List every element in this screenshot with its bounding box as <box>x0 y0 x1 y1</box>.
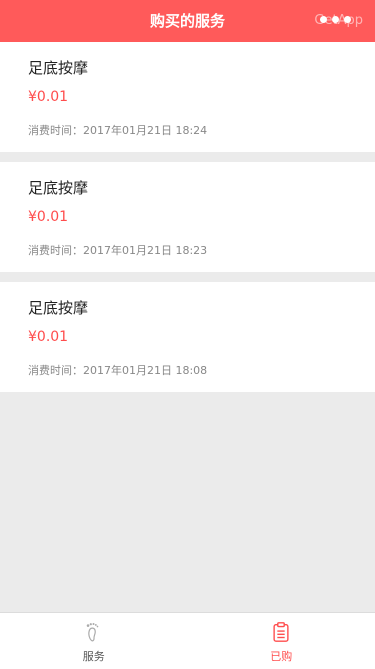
top-bar: 购买的服务 GetApp <box>0 0 375 42</box>
service-name: 足底按摩 <box>28 299 89 317</box>
purchase-time: 消费时间：2017年01月21日 18:08 <box>28 364 208 377</box>
list-item[interactable]: 足底按摩 ¥0.01 消费时间：2017年01月21日 18:08 <box>0 282 375 392</box>
list-item[interactable]: 足底按摩 ¥0.01 消费时间：2017年01月21日 18:24 <box>0 42 375 152</box>
service-price: ¥0.01 <box>28 329 69 345</box>
more-options-icon[interactable] <box>320 16 351 23</box>
purchased-service-list: 足底按摩 ¥0.01 消费时间：2017年01月21日 18:24 足底按摩 ¥… <box>0 42 375 402</box>
service-name: 足底按摩 <box>28 59 89 77</box>
purchase-time: 消费时间：2017年01月21日 18:24 <box>28 124 208 137</box>
tab-purchased[interactable]: 已购 <box>188 613 375 669</box>
list-item[interactable]: 足底按摩 ¥0.01 消费时间：2017年01月21日 18:23 <box>0 162 375 272</box>
bottom-tab-bar: 服务 已购 <box>0 612 375 669</box>
tab-label: 已购 <box>270 650 293 663</box>
footprint-icon <box>86 623 99 642</box>
tab-services[interactable]: 服务 <box>0 613 188 669</box>
service-name: 足底按摩 <box>28 179 89 197</box>
purchase-time: 消费时间：2017年01月21日 18:23 <box>28 244 208 257</box>
service-price: ¥0.01 <box>28 89 69 105</box>
service-price: ¥0.01 <box>28 209 69 225</box>
tab-label: 服务 <box>82 650 105 663</box>
clipboard-icon <box>273 622 289 642</box>
